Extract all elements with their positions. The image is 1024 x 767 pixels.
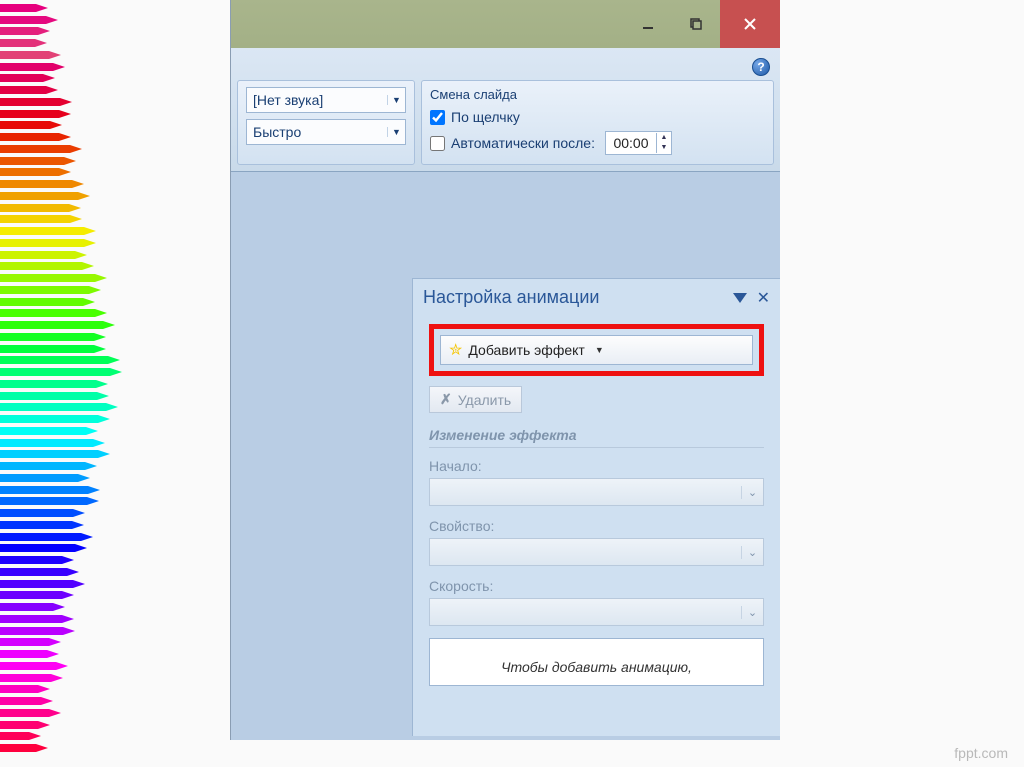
maximize-button[interactable] [672, 0, 720, 48]
effect-change-section-title: Изменение эффекта [429, 427, 764, 448]
delete-button: ✗ Удалить [429, 386, 522, 413]
chevron-down-icon: ⌄ [741, 546, 763, 559]
start-label: Начало: [429, 458, 764, 474]
titlebar [231, 0, 780, 48]
speed-label: Скорость: [429, 578, 764, 594]
auto-after-label: Автоматически после: [451, 135, 595, 151]
auto-after-time-input[interactable]: 00:00 ▲▼ [605, 131, 672, 155]
ribbon: ? [Нет звука] ▼ Быстро ▼ Смена слайда [231, 48, 780, 172]
animation-panel: Настройка анимации ✕ ✮ Добавить эффект ▼… [412, 278, 780, 736]
chevron-down-icon: ▼ [595, 345, 604, 355]
property-dropdown[interactable]: ⌄ [429, 538, 764, 566]
star-icon: ✮ [449, 340, 462, 360]
app-window: ? [Нет звука] ▼ Быстро ▼ Смена слайда [230, 0, 780, 740]
help-icon[interactable]: ? [752, 58, 770, 76]
sound-dropdown[interactable]: [Нет звука] ▼ [246, 87, 406, 113]
highlight-box: ✮ Добавить эффект ▼ [429, 324, 764, 376]
on-click-label: По щелчку [451, 109, 520, 125]
property-label: Свойство: [429, 518, 764, 534]
speed-dropdown-value: Быстро [247, 124, 387, 140]
close-button[interactable] [720, 0, 780, 48]
chevron-down-icon: ⌄ [741, 606, 763, 619]
ribbon-group-slide-change: Смена слайда По щелчку Автоматически пос… [421, 80, 774, 165]
chevron-down-icon: ⌄ [741, 486, 763, 499]
delete-x-icon: ✗ [440, 391, 452, 408]
time-spinner[interactable]: ▲▼ [656, 133, 671, 153]
auto-after-checkbox[interactable] [430, 136, 445, 151]
add-effect-button[interactable]: ✮ Добавить эффект ▼ [440, 335, 753, 365]
group-title: Смена слайда [430, 87, 765, 106]
speed-dropdown[interactable]: Быстро ▼ [246, 119, 406, 145]
sound-dropdown-value: [Нет звука] [247, 92, 387, 108]
ribbon-group-transition: [Нет звука] ▼ Быстро ▼ [237, 80, 415, 165]
panel-header: Настройка анимации ✕ [413, 279, 780, 316]
watermark: fppt.com [954, 745, 1008, 761]
start-dropdown[interactable]: ⌄ [429, 478, 764, 506]
panel-menu-icon[interactable] [733, 293, 747, 303]
panel-close-icon[interactable]: ✕ [757, 288, 770, 308]
decorative-pencils [0, 0, 130, 763]
delete-label: Удалить [458, 392, 511, 408]
panel-speed-dropdown[interactable]: ⌄ [429, 598, 764, 626]
add-effect-label: Добавить эффект [468, 342, 584, 358]
chevron-down-icon: ▼ [387, 127, 405, 137]
info-text: Чтобы добавить анимацию, [429, 638, 764, 686]
panel-title: Настройка анимации [423, 287, 733, 308]
auto-after-time-value: 00:00 [606, 135, 656, 151]
chevron-down-icon: ▼ [387, 95, 405, 105]
on-click-checkbox[interactable] [430, 110, 445, 125]
minimize-button[interactable] [624, 0, 672, 48]
